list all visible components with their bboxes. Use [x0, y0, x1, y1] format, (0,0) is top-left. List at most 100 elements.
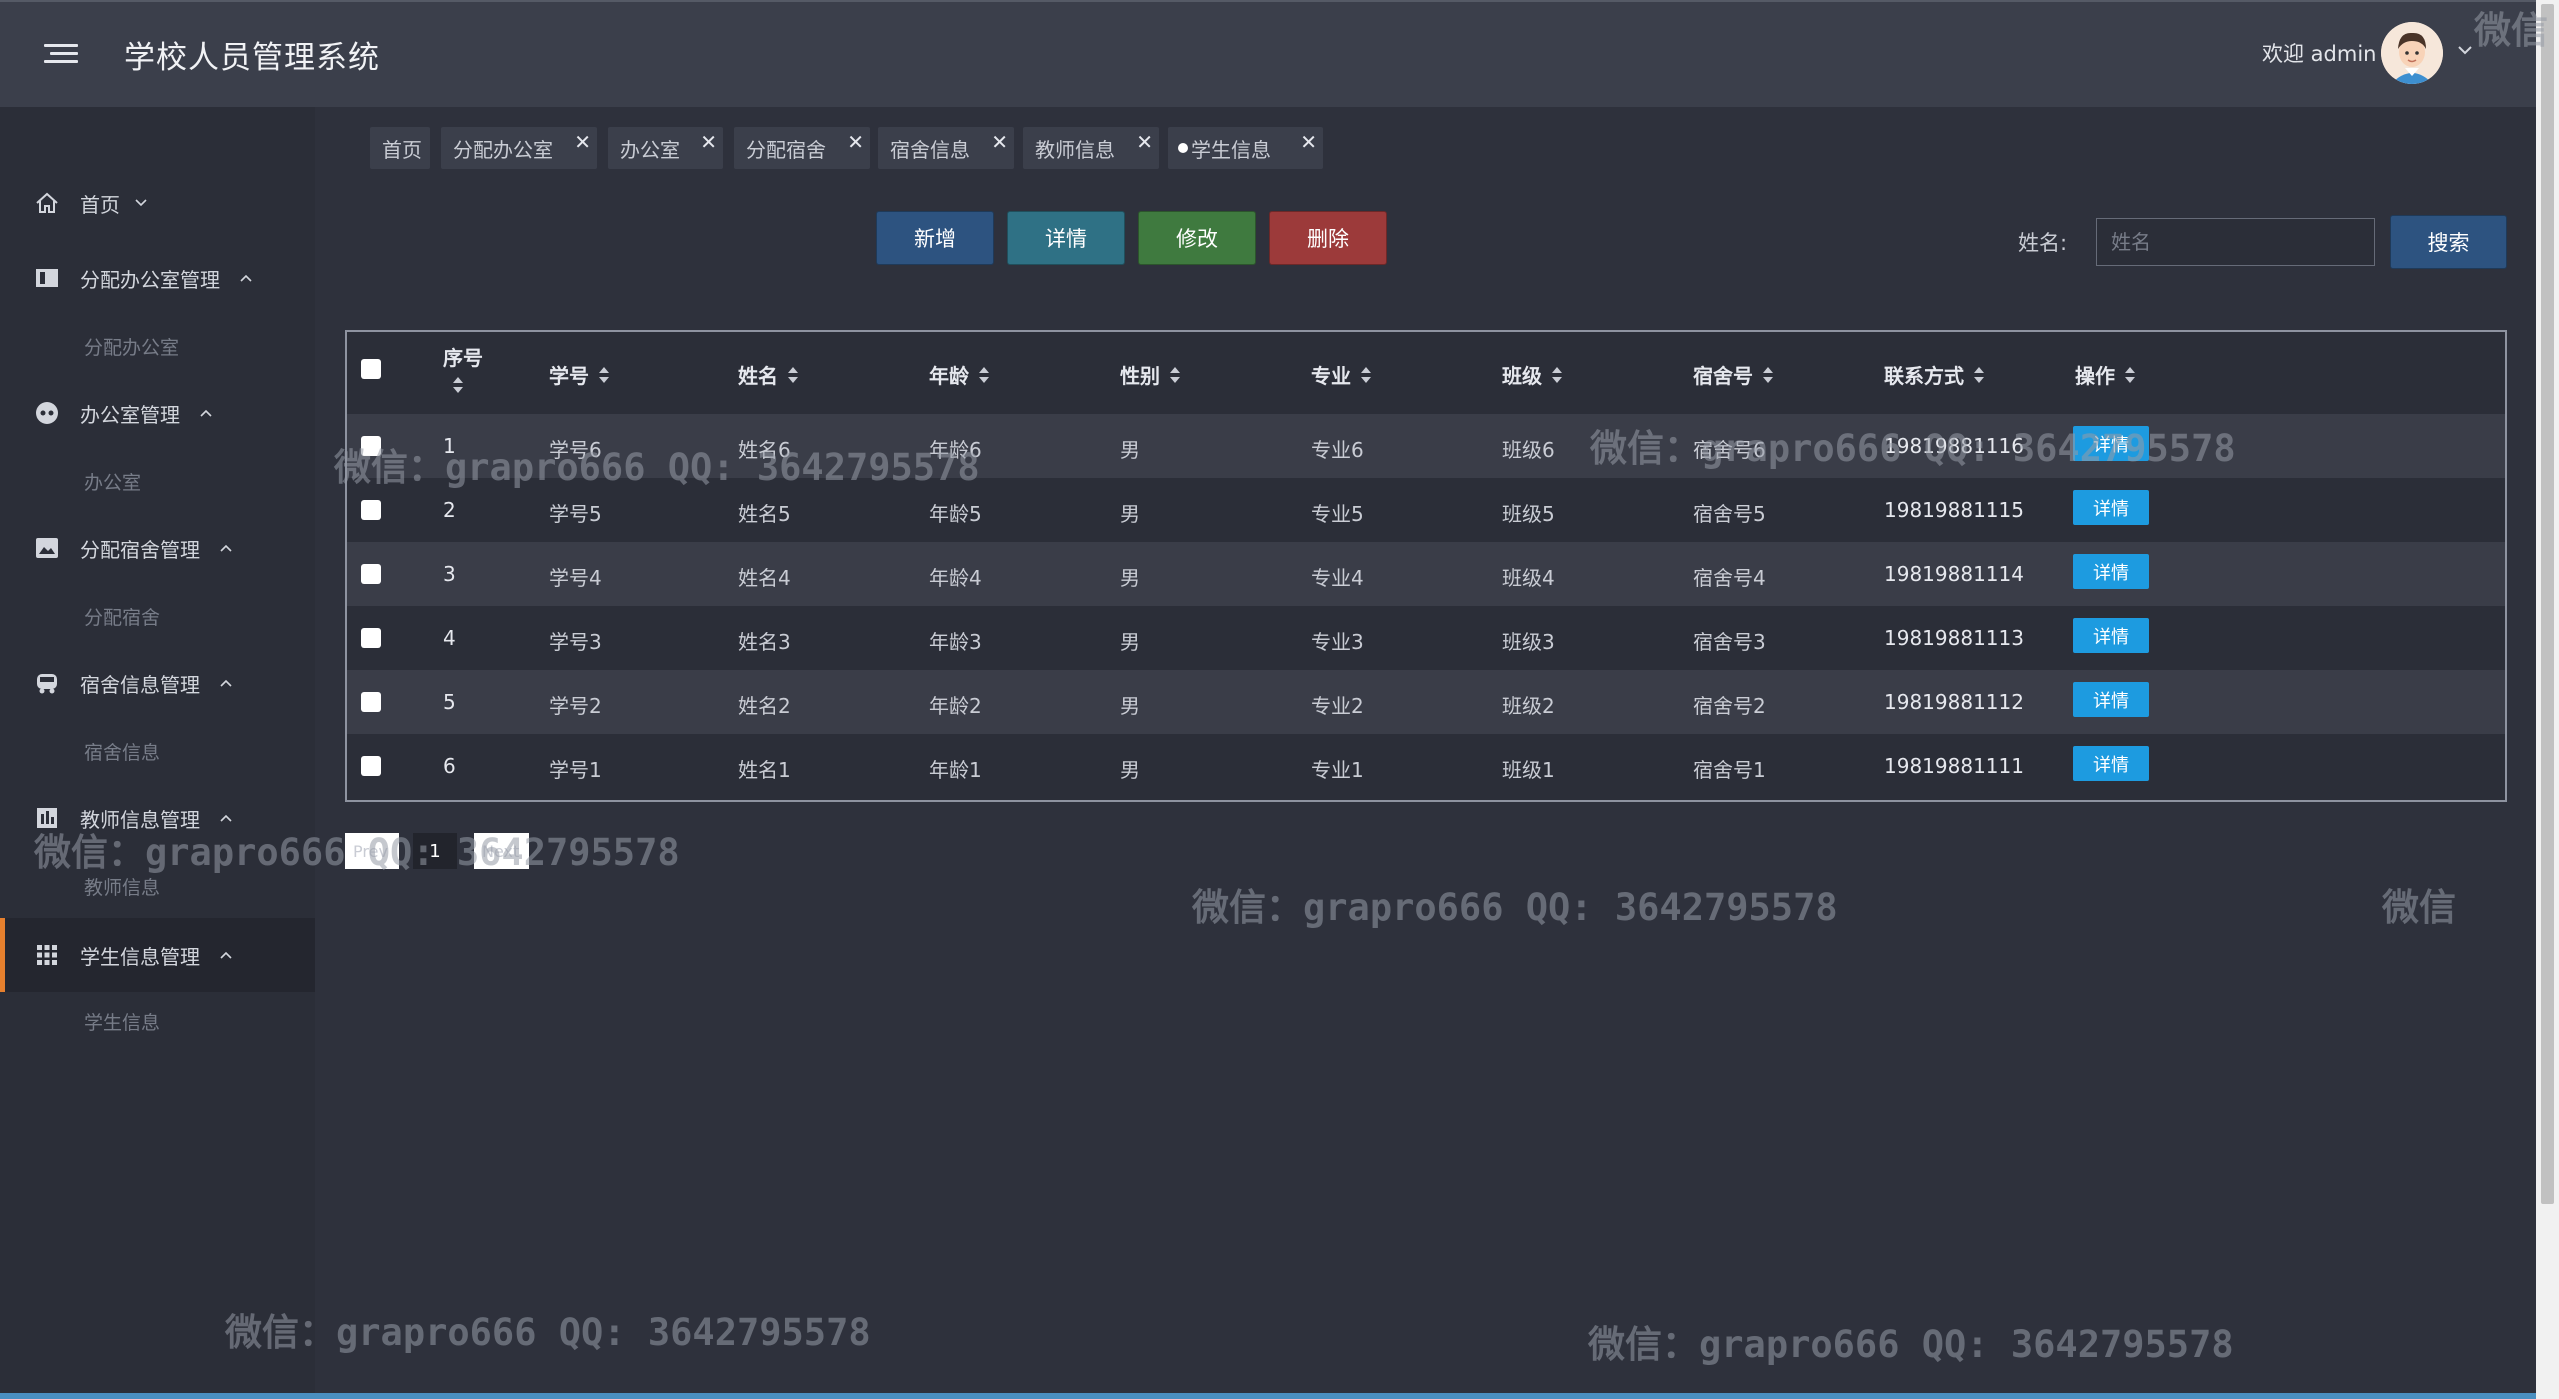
cell-class: 班级5: [1502, 502, 1555, 526]
row-checkbox[interactable]: [361, 692, 381, 712]
cell-student-id: 学号2: [549, 694, 602, 718]
close-icon[interactable]: ✕: [847, 130, 864, 154]
tab-home[interactable]: 首页: [370, 127, 430, 169]
sort-icon: [1552, 366, 1562, 383]
search-button[interactable]: 搜索: [2390, 215, 2507, 269]
sidebar-item-student-info[interactable]: 学生信息管理: [0, 918, 315, 992]
cell-gender: 男: [1120, 502, 1140, 526]
table-row[interactable]: 5 学号2 姓名2 年龄2 男 专业2 班级2 宿舍号2 19819881112…: [347, 670, 2505, 734]
row-checkbox[interactable]: [361, 564, 381, 584]
cell-gender: 男: [1120, 438, 1140, 462]
watermark: 微信: [2474, 9, 2548, 52]
cell-name: 姓名2: [738, 694, 791, 718]
watermark: 微信：grapro666 QQ: 3642795578: [225, 1311, 871, 1354]
sidebar-item-assign-dorm[interactable]: 分配宿舍管理: [0, 519, 315, 577]
name-search-input[interactable]: [2096, 218, 2375, 266]
cell-dorm: 宿舍号5: [1693, 502, 1766, 526]
add-button[interactable]: 新增: [876, 211, 994, 265]
cell-class: 班级1: [1502, 758, 1555, 782]
table-header: 序号 学号 姓名 年龄 性别 专业 班级 宿舍号 联系方式 操作: [347, 332, 2505, 414]
tab-label: 办公室: [620, 137, 680, 162]
tab-teacher-info[interactable]: 教师信息 ✕: [1023, 127, 1159, 169]
cell-seq: 4: [443, 626, 456, 650]
column-header-dorm[interactable]: 宿舍号: [1693, 360, 1775, 389]
student-table: 序号 学号 姓名 年龄 性别 专业 班级 宿舍号 联系方式 操作 1 学号6 姓…: [345, 330, 2507, 802]
column-header-age[interactable]: 年龄: [929, 360, 991, 389]
column-header-class[interactable]: 班级: [1502, 360, 1564, 389]
sidebar-subitem-teacher-info[interactable]: 教师信息: [84, 873, 160, 900]
sort-icon: [453, 377, 463, 393]
table-row[interactable]: 3 学号4 姓名4 年龄4 男 专业4 班级4 宿舍号4 19819881114…: [347, 542, 2505, 606]
tab-office[interactable]: 办公室 ✕: [608, 127, 723, 169]
row-detail-button[interactable]: 详情: [2073, 618, 2149, 653]
sidebar-item-label: 学生信息管理: [80, 944, 200, 969]
tab-dorm-info[interactable]: 宿舍信息 ✕: [878, 127, 1014, 169]
cell-student-id: 学号4: [549, 566, 602, 590]
app-title: 学校人员管理系统: [124, 40, 380, 76]
row-checkbox[interactable]: [361, 628, 381, 648]
chevron-up-icon: [240, 274, 252, 282]
search-label: 姓名:: [2018, 231, 2068, 255]
sort-icon: [1170, 366, 1180, 383]
row-detail-button[interactable]: 详情: [2073, 682, 2149, 717]
sidebar-subitem-assign-dorm[interactable]: 分配宿舍: [84, 603, 160, 630]
sidebar-item-label: 办公室管理: [80, 402, 180, 427]
cell-age: 年龄4: [929, 566, 982, 590]
tab-assign-office[interactable]: 分配办公室 ✕: [441, 127, 597, 169]
top-header: 学校人员管理系统 欢迎 admin: [0, 0, 2536, 107]
tab-student-info[interactable]: 学生信息 ✕: [1168, 127, 1323, 169]
row-checkbox[interactable]: [361, 500, 381, 520]
close-icon[interactable]: ✕: [700, 130, 717, 154]
row-detail-button[interactable]: 详情: [2073, 746, 2149, 781]
table-row[interactable]: 4 学号3 姓名3 年龄3 男 专业3 班级3 宿舍号3 19819881113…: [347, 606, 2505, 670]
tab-label: 教师信息: [1035, 137, 1115, 162]
sort-icon: [1763, 366, 1773, 383]
row-detail-button[interactable]: 详情: [2073, 490, 2149, 525]
cell-major: 专业1: [1311, 758, 1364, 782]
user-avatar[interactable]: [2381, 22, 2443, 84]
delete-button[interactable]: 删除: [1269, 211, 1387, 265]
vertical-scrollbar[interactable]: [2536, 0, 2559, 1399]
column-header-name[interactable]: 姓名: [738, 360, 800, 389]
sidebar-subitem-office[interactable]: 办公室: [84, 468, 141, 495]
chevron-down-icon[interactable]: [2455, 40, 2475, 60]
watermark: 微信：grapro666 QQ: 3642795578: [34, 831, 680, 874]
watermark: 微信：grapro666 QQ: 3642795578: [334, 446, 980, 489]
column-header-student-id[interactable]: 学号: [549, 360, 611, 389]
sidebar-subitem-student-info[interactable]: 学生信息: [84, 1008, 160, 1035]
edit-button[interactable]: 修改: [1138, 211, 1256, 265]
column-header-major[interactable]: 专业: [1311, 360, 1373, 389]
select-all-checkbox[interactable]: [361, 359, 381, 379]
close-icon[interactable]: ✕: [991, 130, 1008, 154]
watermark: 微信：grapro666 QQ: 3642795578: [1588, 1323, 2234, 1366]
sidebar-item-office[interactable]: 办公室管理: [0, 384, 315, 442]
sidebar-subitem-dorm-info[interactable]: 宿舍信息: [84, 738, 160, 765]
row-checkbox[interactable]: [361, 756, 381, 776]
cell-phone: 19819881112: [1884, 690, 2024, 714]
detail-button[interactable]: 详情: [1007, 211, 1125, 265]
column-header-phone[interactable]: 联系方式: [1884, 360, 1986, 389]
cell-name: 姓名5: [738, 502, 791, 526]
column-header-gender[interactable]: 性别: [1120, 360, 1182, 389]
bottom-accent-bar: [0, 1393, 2536, 1399]
close-icon[interactable]: ✕: [574, 130, 591, 154]
tab-assign-dorm[interactable]: 分配宿舍 ✕: [734, 127, 870, 169]
close-icon[interactable]: ✕: [1300, 130, 1317, 154]
sidebar-item-home[interactable]: 首页: [0, 174, 315, 232]
sidebar-item-assign-office[interactable]: 分配办公室管理: [0, 249, 315, 307]
hamburger-icon[interactable]: [44, 38, 78, 68]
cell-class: 班级2: [1502, 694, 1555, 718]
sort-icon: [979, 366, 989, 383]
cell-major: 专业5: [1311, 502, 1364, 526]
cell-age: 年龄1: [929, 758, 982, 782]
close-icon[interactable]: ✕: [1136, 130, 1153, 154]
sidebar: 首页 分配办公室管理 分配办公室 办公室管理 办公室 分配宿舍管理 分配宿舍 宿…: [0, 107, 315, 1399]
column-header-action[interactable]: 操作: [2075, 360, 2137, 389]
sidebar-item-dorm-info[interactable]: 宿舍信息管理: [0, 654, 315, 712]
table-row[interactable]: 6 学号1 姓名1 年龄1 男 专业1 班级1 宿舍号1 19819881111…: [347, 734, 2505, 798]
chevron-up-icon: [200, 409, 212, 417]
column-header-seq[interactable]: 序号: [443, 342, 483, 395]
row-detail-button[interactable]: 详情: [2073, 554, 2149, 589]
home-icon: [34, 190, 60, 216]
sidebar-subitem-assign-office[interactable]: 分配办公室: [84, 333, 179, 360]
